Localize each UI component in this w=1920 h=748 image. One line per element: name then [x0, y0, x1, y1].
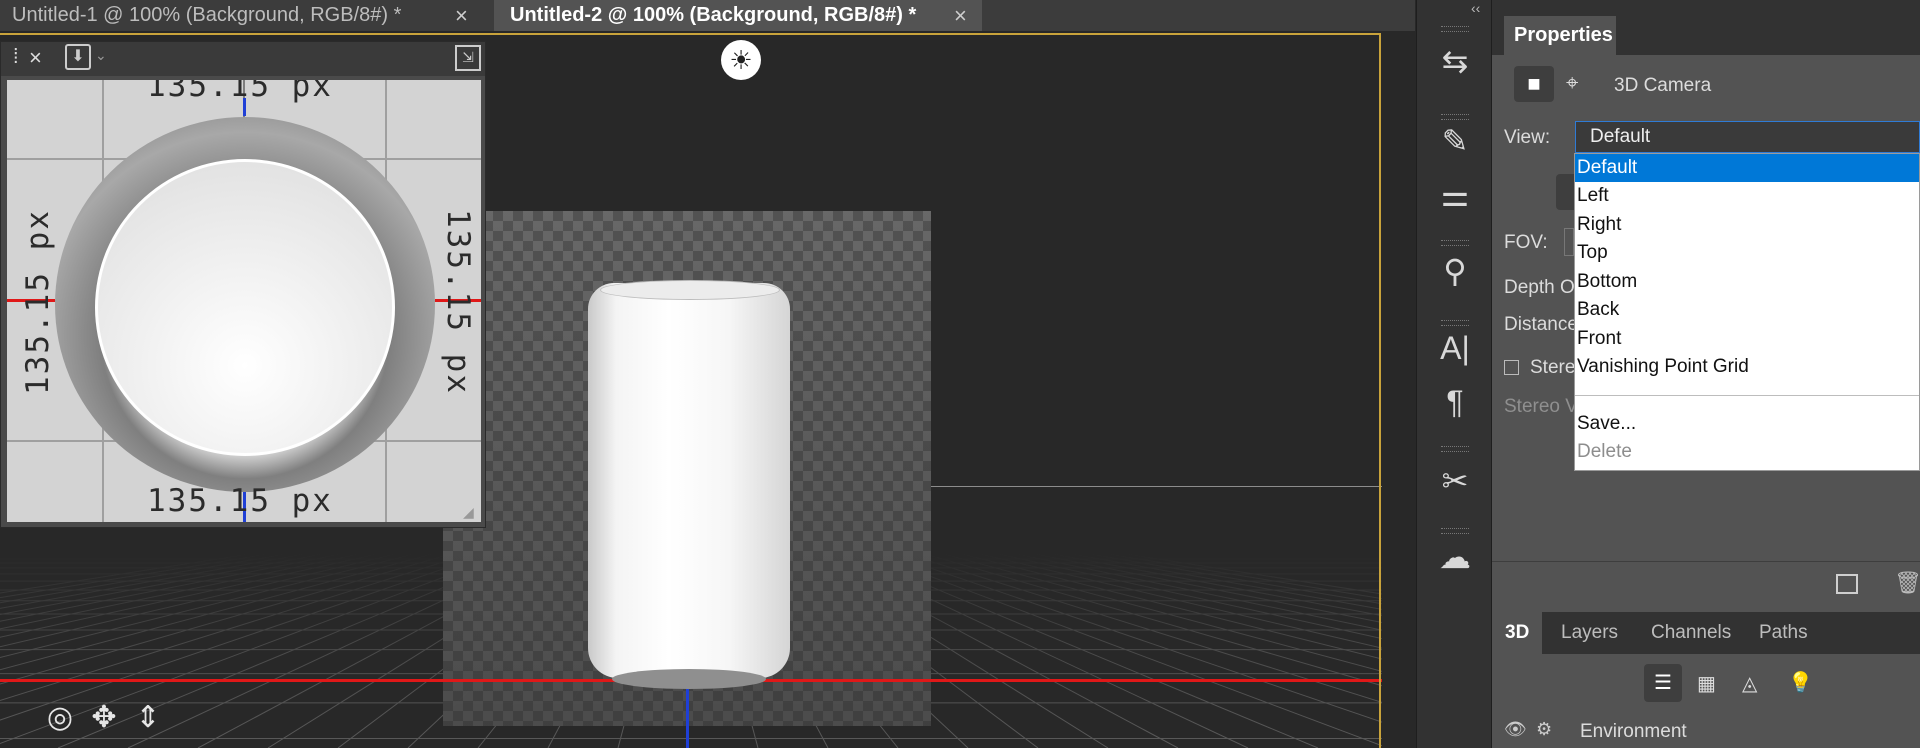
- chevron-down-icon[interactable]: ⌄: [95, 47, 107, 64]
- close-icon[interactable]: ×: [29, 45, 42, 71]
- view-option-vanishing-point-grid[interactable]: Vanishing Point Grid: [1575, 353, 1919, 381]
- view-select[interactable]: Default: [1575, 121, 1920, 153]
- eye-visibility-icon[interactable]: 👁: [1504, 719, 1527, 740]
- history-icon[interactable]: ⇆: [1417, 42, 1493, 80]
- tab-paths[interactable]: Paths: [1746, 612, 1821, 654]
- view-option-bottom[interactable]: Bottom: [1575, 268, 1919, 296]
- camera-view-select-icon[interactable]: ⬇: [65, 44, 91, 70]
- stereo-view-label: Stereo V: [1504, 396, 1578, 417]
- can-bottom-rim: [612, 669, 766, 689]
- dimension-bottom: 135.15 px: [147, 483, 333, 519]
- scene-gizmo-icon[interactable]: ⌖: [1566, 70, 1578, 96]
- tab-channels[interactable]: Channels: [1638, 612, 1744, 654]
- y-axis-line: [686, 683, 689, 748]
- stereo-label: Stere: [1530, 357, 1576, 378]
- horizon-line: [931, 486, 1382, 487]
- adjustments-sliders-icon[interactable]: ⚌: [1417, 176, 1493, 214]
- dolly-vertical-arrow-icon[interactable]: ⇕: [130, 700, 166, 736]
- creative-cloud-libraries-icon[interactable]: ☁: [1417, 538, 1493, 576]
- paragraph-icon[interactable]: ¶: [1417, 384, 1493, 421]
- properties-type-label: 3D Camera: [1614, 75, 1712, 96]
- pan-move-icon[interactable]: ✥: [86, 700, 122, 736]
- environment-icon: ⚙: [1536, 719, 1553, 739]
- tab-3d[interactable]: 3D: [1492, 612, 1543, 654]
- panel-grip-icon[interactable]: ⁞: [13, 46, 19, 69]
- secondary-view-panel: ⁞ × ⬇ ⌄ ⇲ 135.15 px 135.15 px 135.15 px …: [0, 41, 486, 528]
- character-icon[interactable]: A|: [1417, 330, 1493, 367]
- materials-filter-icon[interactable]: ◬: [1742, 671, 1757, 696]
- properties-panel: Properties ■ ⌖ 3D Camera View: Default F…: [1492, 0, 1920, 748]
- dimension-right: 135.15 px: [439, 209, 476, 395]
- fov-label: FOV:: [1504, 232, 1548, 253]
- trash-icon[interactable]: 🗑: [1894, 570, 1920, 596]
- sun-light-icon[interactable]: ☀: [721, 40, 761, 80]
- grip-icon[interactable]: [1441, 26, 1469, 32]
- properties-panel-header: Properties: [1492, 0, 1920, 55]
- close-icon[interactable]: ×: [954, 0, 967, 31]
- tab-untitled-2[interactable]: Untitled-2 @ 100% (Background, RGB/8#) *…: [494, 0, 982, 31]
- tab-label: Untitled-1 @ 100% (Background, RGB/8#) *: [12, 4, 402, 26]
- distance-label: Distance: [1504, 314, 1578, 335]
- view-select-value: Default: [1590, 126, 1651, 147]
- dimension-top: 135.15 px: [147, 80, 333, 104]
- tab-properties[interactable]: Properties: [1504, 16, 1616, 55]
- view-option-left[interactable]: Left: [1575, 182, 1919, 210]
- lower-panel-tabs: 3D Layers Channels Paths: [1492, 612, 1920, 654]
- clone-source-icon[interactable]: ⚲: [1417, 252, 1493, 290]
- swap-view-icon[interactable]: ⇲: [455, 45, 481, 71]
- can-top-lid: [95, 159, 395, 456]
- meshes-filter-icon[interactable]: ▦: [1697, 671, 1716, 696]
- grip-icon[interactable]: [1441, 528, 1469, 534]
- view-dropdown-menu: Default Left Right Top Bottom Back Front…: [1574, 153, 1920, 471]
- dimension-left: 135.15 px: [19, 209, 56, 395]
- tab-layers[interactable]: Layers: [1548, 612, 1631, 654]
- collapse-panels-icon[interactable]: ‹‹: [1471, 0, 1480, 16]
- close-icon[interactable]: ×: [455, 0, 468, 31]
- stereo-checkbox[interactable]: [1504, 360, 1519, 375]
- secondary-view-toolbar: ⁞ × ⬇ ⌄ ⇲: [1, 42, 485, 76]
- view-option-back[interactable]: Back: [1575, 296, 1919, 324]
- view-label: View:: [1504, 127, 1551, 148]
- document-tab-bar: Untitled-1 @ 100% (Background, RGB/8#) *…: [0, 0, 1415, 31]
- view-option-right[interactable]: Right: [1575, 211, 1919, 239]
- soda-can-3d-model[interactable]: [588, 283, 790, 678]
- brush-presets-icon[interactable]: ✎: [1417, 122, 1493, 160]
- grip-icon[interactable]: [1441, 240, 1469, 246]
- view-option-default[interactable]: Default: [1575, 154, 1919, 182]
- can-top-rim: [600, 280, 780, 300]
- view-option-top[interactable]: Top: [1575, 239, 1919, 267]
- tab-label: Untitled-2 @ 100% (Background, RGB/8#) *: [510, 4, 917, 26]
- fov-input[interactable]: [1564, 228, 1574, 256]
- lights-filter-icon[interactable]: 💡: [1788, 670, 1813, 695]
- panel-divider: [1492, 561, 1920, 562]
- whole-scene-filter-icon[interactable]: ☰: [1644, 664, 1682, 702]
- panel-icon-strip: ‹‹ ⇆ ✎ ⚌ ⚲ A| ¶ ✂ ☁: [1416, 0, 1492, 748]
- grip-icon[interactable]: [1441, 320, 1469, 326]
- environment-label: Environment: [1580, 721, 1687, 742]
- render-icon[interactable]: [1836, 574, 1858, 594]
- tab-untitled-1[interactable]: Untitled-1 @ 100% (Background, RGB/8#) *…: [0, 0, 494, 31]
- depth-of-field-label: Depth O: [1504, 277, 1575, 298]
- view-option-delete: Delete: [1577, 441, 1632, 462]
- menu-divider: [1575, 395, 1919, 396]
- view-option-front[interactable]: Front: [1575, 325, 1919, 353]
- resize-handle-icon[interactable]: ◢: [463, 504, 474, 521]
- grip-icon[interactable]: [1441, 114, 1469, 120]
- orbit-globe-icon[interactable]: ◎: [42, 700, 78, 736]
- secondary-view-render[interactable]: 135.15 px 135.15 px 135.15 px 135.15 px: [7, 80, 481, 522]
- view-option-save[interactable]: Save...: [1575, 410, 1919, 438]
- grip-icon[interactable]: [1441, 446, 1469, 452]
- tool-presets-icon[interactable]: ✂: [1417, 462, 1493, 500]
- camera-icon[interactable]: ■: [1514, 66, 1554, 102]
